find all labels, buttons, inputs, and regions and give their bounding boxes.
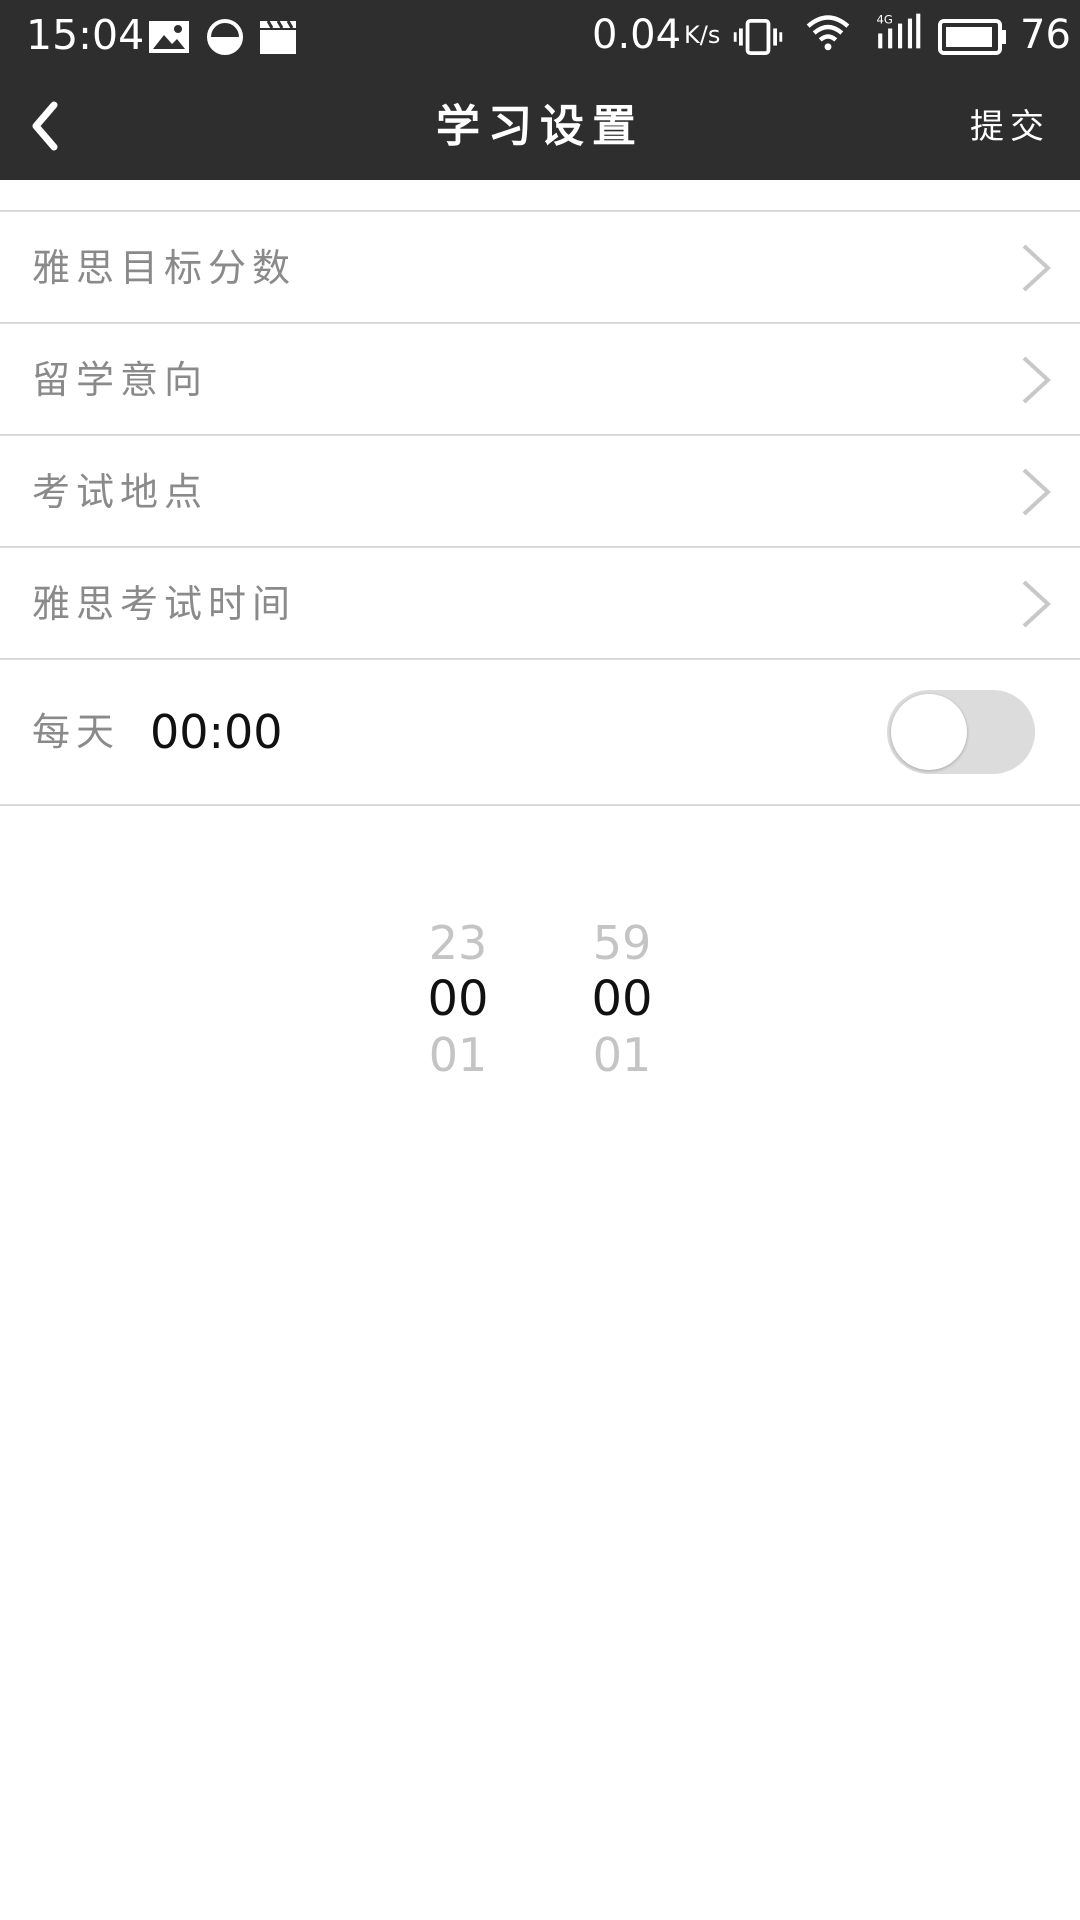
chevron-right-icon (1022, 468, 1051, 516)
minute-prev: 59 (592, 916, 652, 970)
divider (0, 804, 1080, 806)
daily-reminder-row: 每天 00:00 (0, 660, 1080, 804)
reminder-toggle[interactable] (887, 690, 1035, 774)
status-bar: 15:04 0.04 K/s 4G 76 (0, 0, 1080, 73)
hour-next: 01 (428, 1028, 488, 1082)
settings-list: 雅思目标分数 留学意向 考试地点 雅思考试时间 每天 00:00 (0, 210, 1080, 806)
battery-level: 76 (1020, 12, 1071, 58)
setting-label: 雅思目标分数 (32, 246, 297, 290)
setting-row-study-abroad[interactable]: 留学意向 (0, 324, 1080, 434)
network-speed: 0.04 (592, 12, 682, 58)
signal-4g-icon: 4G (877, 13, 921, 49)
setting-row-target-score[interactable]: 雅思目标分数 (0, 212, 1080, 322)
minute-picker[interactable]: 59 00 01 (562, 915, 682, 1083)
setting-row-exam-date[interactable]: 雅思考试时间 (0, 548, 1080, 658)
hour-selected: 00 (427, 971, 489, 1027)
vibrate-icon (733, 18, 783, 56)
setting-label: 考试地点 (32, 470, 209, 514)
setting-label: 留学意向 (32, 358, 209, 402)
image-icon (149, 21, 189, 53)
setting-row-exam-location[interactable]: 考试地点 (0, 436, 1080, 546)
hour-picker[interactable]: 23 00 01 (398, 915, 518, 1083)
chevron-right-icon (1022, 244, 1051, 292)
chevron-right-icon (1022, 580, 1051, 628)
toggle-knob (891, 694, 967, 770)
time-picker: 23 00 01 59 00 01 (0, 915, 1080, 1095)
screen: 15:04 0.04 K/s 4G 76 学习设置 提交 雅思目标分数 留学意向… (0, 0, 1080, 1920)
page-title: 学习设置 (436, 101, 644, 152)
svg-text:4G: 4G (877, 13, 893, 27)
battery-icon (938, 19, 1006, 55)
reminder-label: 每天 (32, 710, 121, 754)
submit-button[interactable]: 提交 (970, 105, 1050, 149)
data-saver-icon (207, 19, 243, 55)
network-speed-unit: K/s (684, 21, 721, 49)
minute-next: 01 (592, 1028, 652, 1082)
hour-prev: 23 (428, 916, 488, 970)
minute-selected: 00 (591, 971, 653, 1027)
chevron-right-icon (1022, 356, 1051, 404)
status-time: 15:04 (26, 11, 145, 59)
clapper-icon (260, 20, 296, 54)
reminder-time: 00:00 (150, 705, 283, 759)
wifi-icon (806, 15, 850, 51)
setting-label: 雅思考试时间 (32, 582, 297, 626)
title-bar: 学习设置 提交 (0, 73, 1080, 180)
